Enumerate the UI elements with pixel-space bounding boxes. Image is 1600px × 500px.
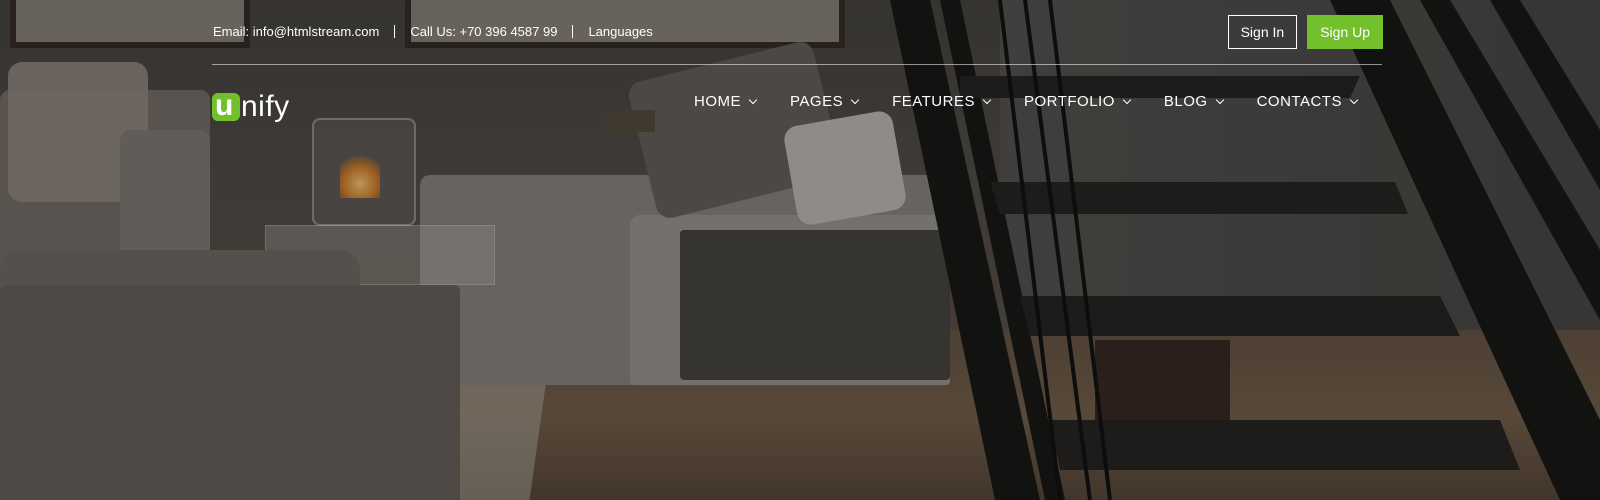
nav-item-blog[interactable]: BLOG (1163, 93, 1224, 110)
nav-item-contacts[interactable]: CONTACTS (1256, 93, 1359, 110)
nav-item-pages[interactable]: PAGES (790, 93, 860, 110)
divider (572, 25, 574, 38)
auth-buttons: Sign In Sign Up (1227, 15, 1383, 49)
logo[interactable]: u nify (212, 84, 290, 124)
logo-text: nify (241, 90, 290, 123)
nav-item-label: CONTACTS (1256, 93, 1342, 110)
chevron-down-icon (1122, 95, 1132, 104)
nav-item-label: BLOG (1163, 93, 1208, 110)
chevron-down-icon (1349, 95, 1359, 104)
chevron-down-icon (850, 95, 860, 104)
sign-in-button[interactable]: Sign In (1227, 15, 1298, 49)
languages-link[interactable]: Languages (588, 24, 652, 39)
nav-item-label: HOME (694, 93, 741, 110)
divider (394, 25, 396, 38)
header-divider (212, 64, 1382, 65)
chevron-down-icon (748, 95, 758, 104)
nav-item-label: PAGES (790, 93, 844, 110)
logo-first-letter: u (215, 89, 234, 122)
nav-item-features[interactable]: FEATURES (892, 93, 992, 110)
nav-item-label: PORTFOLIO (1023, 93, 1115, 110)
nav-item-home[interactable]: HOME (694, 93, 758, 110)
top-bar: Email: info@htmlstream.com Call Us: +70 … (213, 0, 1383, 64)
background-overlay (0, 0, 1600, 500)
chevron-down-icon (982, 95, 992, 104)
nav-item-portfolio[interactable]: PORTFOLIO (1023, 93, 1132, 110)
nav-item-label: FEATURES (892, 93, 975, 110)
contact-info: Email: info@htmlstream.com Call Us: +70 … (213, 24, 653, 39)
phone-text: Call Us: +70 396 4587 99 (410, 24, 558, 39)
logo-mark: u (212, 89, 240, 122)
email-text: Email: info@htmlstream.com (213, 24, 380, 39)
main-nav: HOME PAGES FEATURES PORTFOLIO BLOG CONTA… (694, 93, 1359, 110)
hero-background (0, 0, 1600, 500)
sign-up-button[interactable]: Sign Up (1307, 15, 1383, 49)
chevron-down-icon (1215, 95, 1224, 104)
